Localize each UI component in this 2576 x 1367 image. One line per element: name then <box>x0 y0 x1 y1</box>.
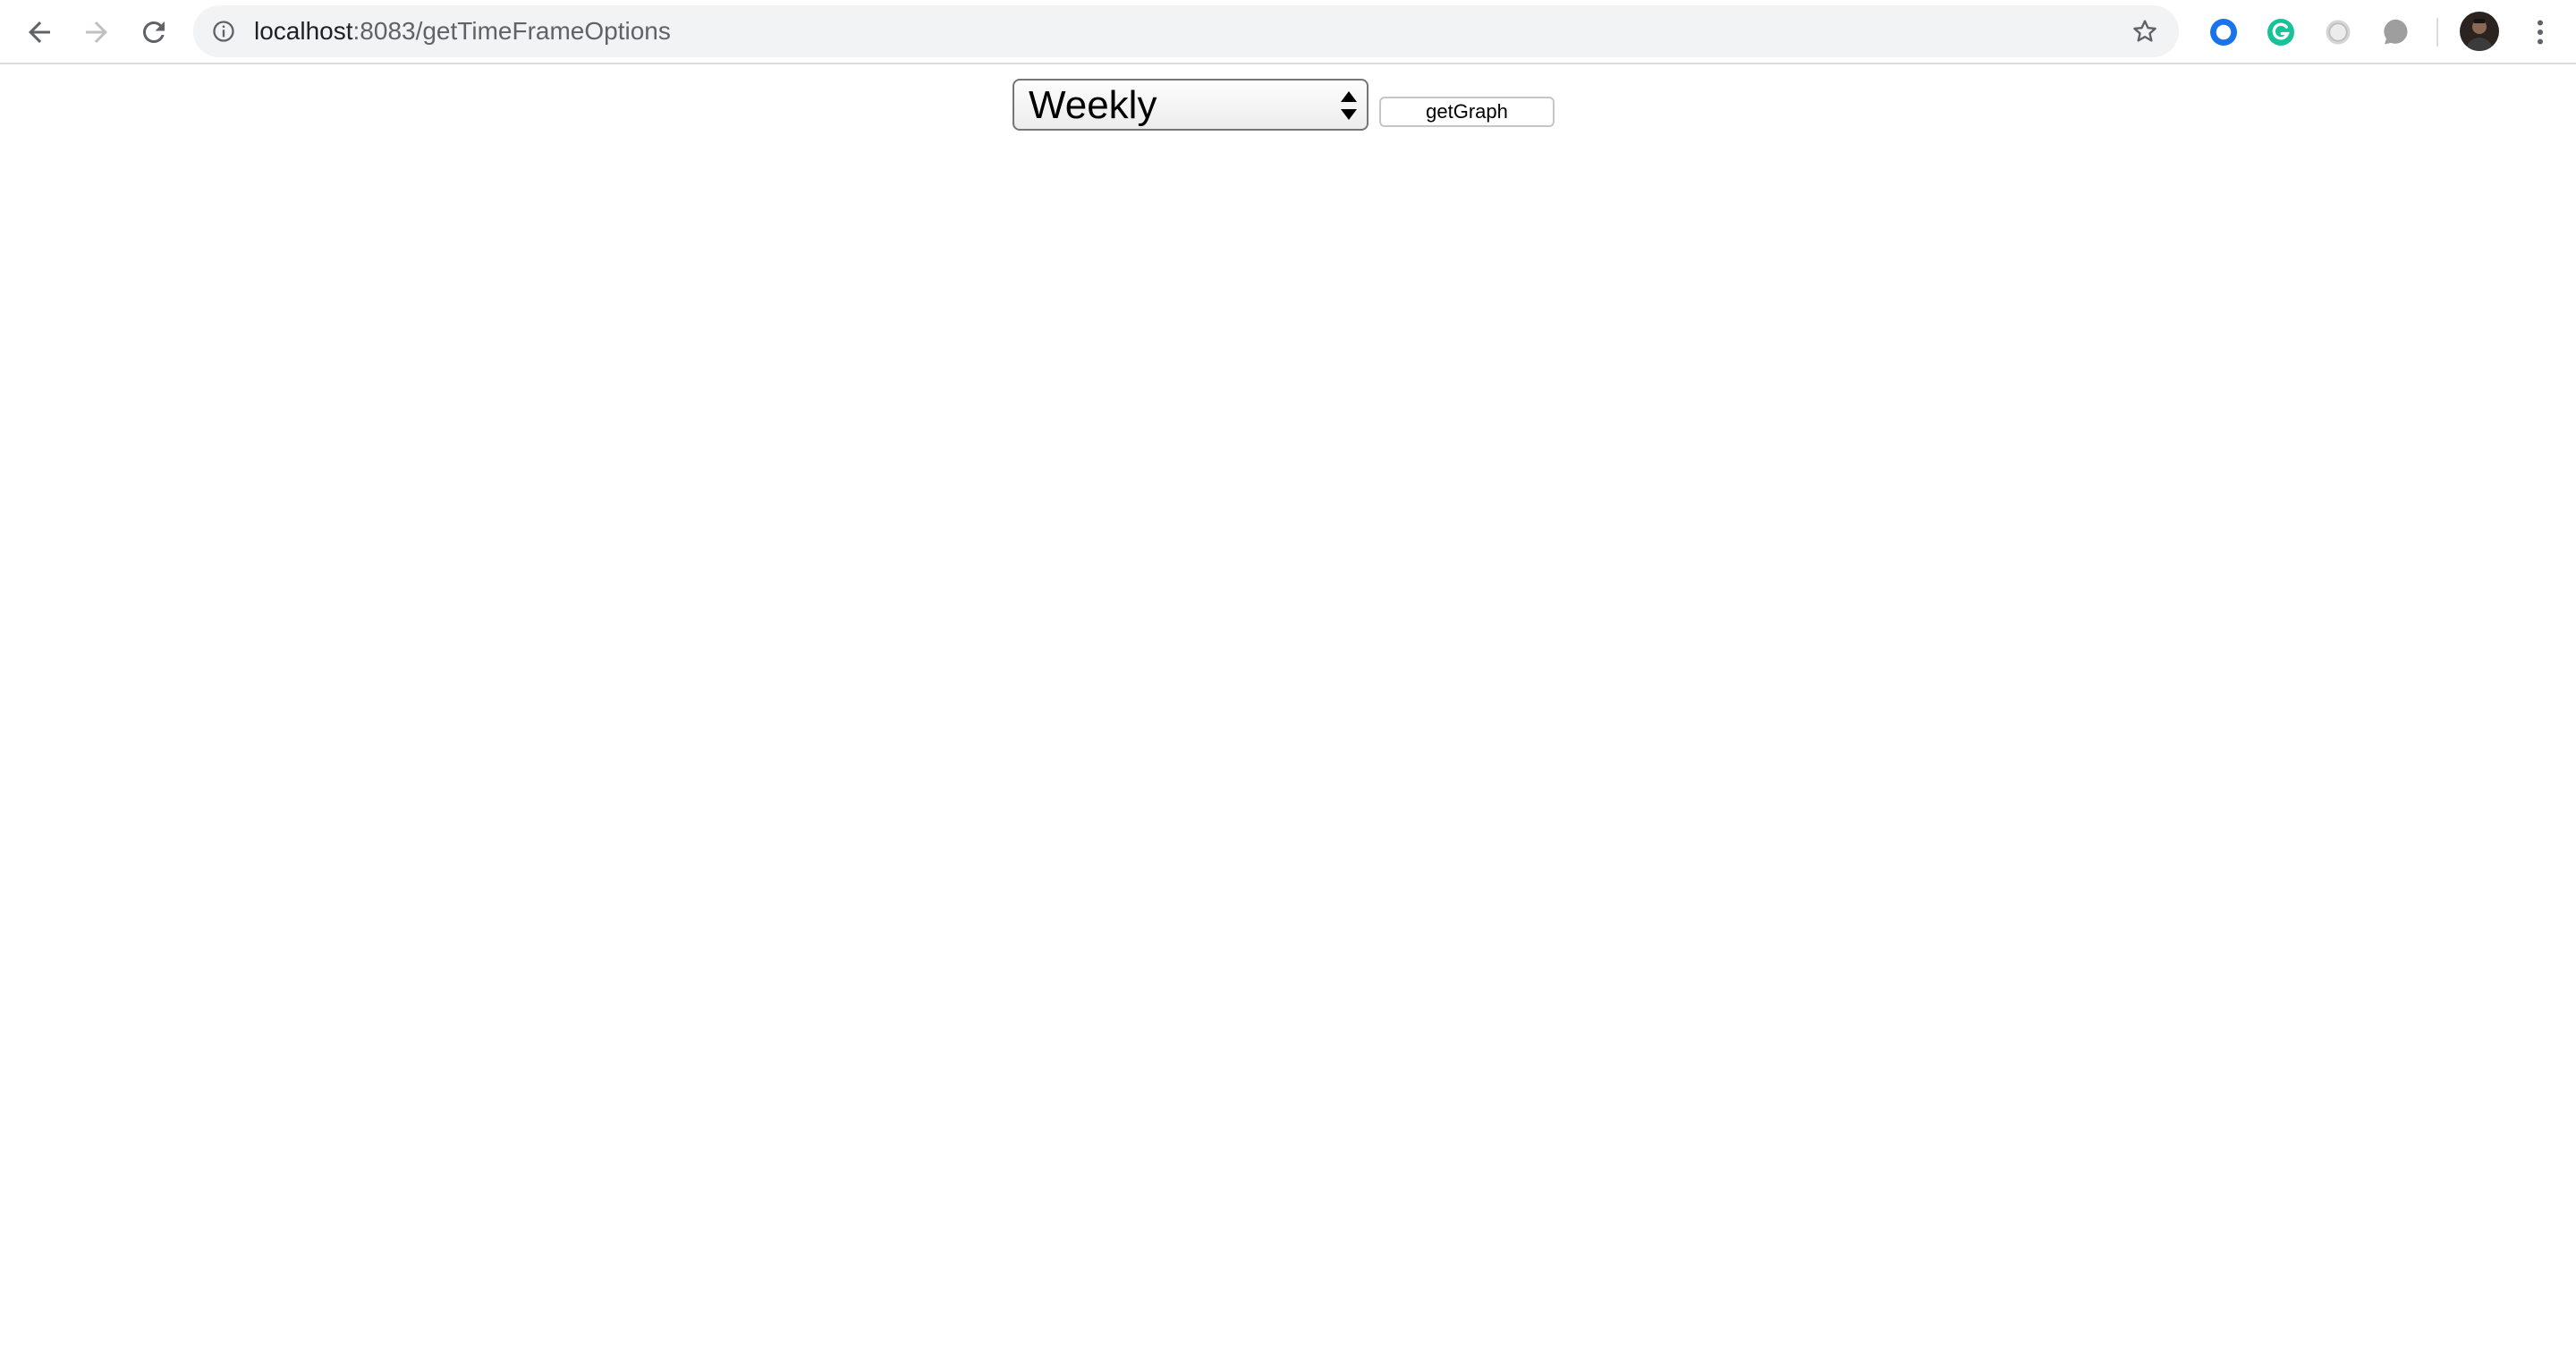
url-host: localhost <box>254 17 353 45</box>
grammarly-icon[interactable] <box>2261 13 2301 52</box>
timeframe-select[interactable]: Weekly <box>1013 79 1368 131</box>
avatar-image <box>2460 12 2499 51</box>
url-text[interactable]: localhost:8083/getTimeFrameOptions <box>254 5 671 57</box>
grey-bubble-extension-icon[interactable] <box>2376 13 2415 52</box>
blue-ring-extension-icon[interactable] <box>2204 13 2243 52</box>
select-arrows-icon <box>1341 91 1357 120</box>
url-path: :8083/getTimeFrameOptions <box>352 17 671 45</box>
address-bar[interactable]: localhost:8083/getTimeFrameOptions <box>193 5 2179 57</box>
back-button[interactable] <box>18 11 61 54</box>
profile-avatar[interactable] <box>2460 12 2499 51</box>
reload-button[interactable] <box>132 11 175 54</box>
timeframe-select-value: Weekly <box>1029 83 1157 127</box>
star-icon[interactable] <box>2131 17 2159 46</box>
forward-arrow-icon <box>86 21 107 43</box>
reload-icon <box>143 21 165 43</box>
kebab-menu-icon[interactable] <box>2522 13 2558 52</box>
toolbar-divider <box>2436 18 2438 47</box>
info-icon[interactable] <box>211 19 236 44</box>
back-arrow-icon <box>29 21 50 43</box>
grey-circle-extension-icon[interactable] <box>2318 13 2358 52</box>
page-content: Weekly getGraph <box>0 64 2576 1367</box>
get-graph-button[interactable]: getGraph <box>1379 97 1555 127</box>
forward-button[interactable] <box>75 11 118 54</box>
browser-toolbar: localhost:8083/getTimeFrameOptions <box>0 0 2576 64</box>
